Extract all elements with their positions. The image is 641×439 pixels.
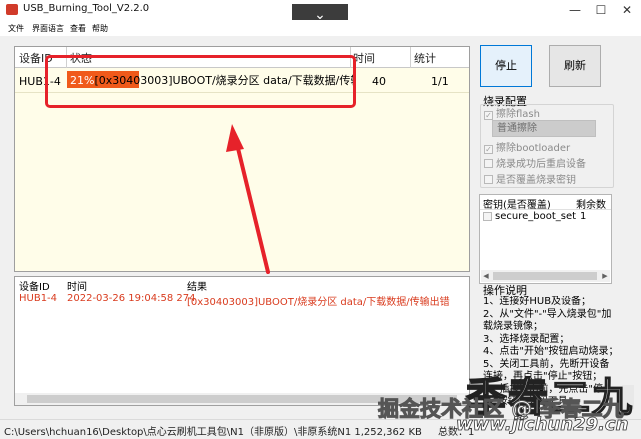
overwrite-key-label: 是否覆盖烧录密钥 xyxy=(496,175,576,186)
help-line: 4、点击"开始"按钮启动烧录； xyxy=(483,346,619,357)
log-device-id: HUB1-4 xyxy=(19,293,58,304)
key-table-header: 密钥(是否覆盖) 剩余数 xyxy=(480,195,611,211)
checkbox-empty-icon[interactable] xyxy=(483,212,492,221)
watermark-url: www.jichun29.cn xyxy=(456,414,629,436)
erase-bootloader-checkbox[interactable]: ✓ 擦除bootloader xyxy=(484,139,571,154)
scroll-right-icon[interactable]: ▶ xyxy=(600,270,610,282)
checkbox-empty-icon xyxy=(484,175,493,184)
list-item[interactable]: secure_boot_set 1 xyxy=(480,211,611,225)
key-name: secure_boot_set xyxy=(495,211,577,222)
erase-flash-label: 擦除flash xyxy=(496,109,540,120)
refresh-button[interactable]: 刷新 xyxy=(549,45,601,87)
log-time: 2022-03-26 19:04:58 274 xyxy=(67,293,196,304)
overwrite-key-checkbox[interactable]: 是否覆盖烧录密钥 xyxy=(484,171,576,186)
help-line: 2、从"文件"-"导入烧录包"加载烧录镜像； xyxy=(483,308,612,333)
key-remaining: 1 xyxy=(580,211,587,222)
stop-button[interactable]: 停止 xyxy=(480,45,532,87)
check-icon: ✓ xyxy=(484,111,493,120)
log-result: [0x30403003]UBOOT/烧录分区 data/下载数据/传输出错 xyxy=(187,297,450,308)
status-path: C:\Users\hchuan16\Desktop\点心云刷机工具包\N1（非原… xyxy=(4,427,422,438)
check-icon: ✓ xyxy=(484,145,493,154)
reset-after-checkbox[interactable]: 烧录成功后重启设备 xyxy=(484,155,586,170)
help-line: 3、选择烧录配置； xyxy=(483,333,570,345)
erase-flash-checkbox[interactable]: ✓ 擦除flash xyxy=(484,105,540,120)
log-row[interactable]: HUB1-4 2022-03-26 19:04:58 274 [0x304030… xyxy=(15,292,469,308)
log-header: 设备ID 时间 结果 xyxy=(15,277,469,293)
scroll-thumb[interactable] xyxy=(493,272,597,280)
log-col-time[interactable]: 时间 xyxy=(67,278,87,293)
log-col-result[interactable]: 结果 xyxy=(187,278,207,293)
help-line: 1、连接好HUB及设备； xyxy=(483,296,592,307)
col-remaining[interactable]: 剩余数 xyxy=(576,196,606,211)
key-table-scrollbar[interactable]: ◀ ▶ xyxy=(481,270,610,282)
scroll-left-icon[interactable]: ◀ xyxy=(481,270,491,282)
log-col-device-id[interactable]: 设备ID xyxy=(19,278,50,293)
checkbox-empty-icon xyxy=(484,159,493,168)
erase-bootloader-label: 擦除bootloader xyxy=(496,143,571,154)
col-key[interactable]: 密钥(是否覆盖) xyxy=(483,196,551,211)
reset-after-label: 烧录成功后重启设备 xyxy=(496,159,586,170)
erase-mode-select[interactable]: 普通擦除 xyxy=(492,120,596,137)
log-panel: 设备ID 时间 结果 HUB1-4 2022-03-26 19:04:58 27… xyxy=(14,276,470,406)
